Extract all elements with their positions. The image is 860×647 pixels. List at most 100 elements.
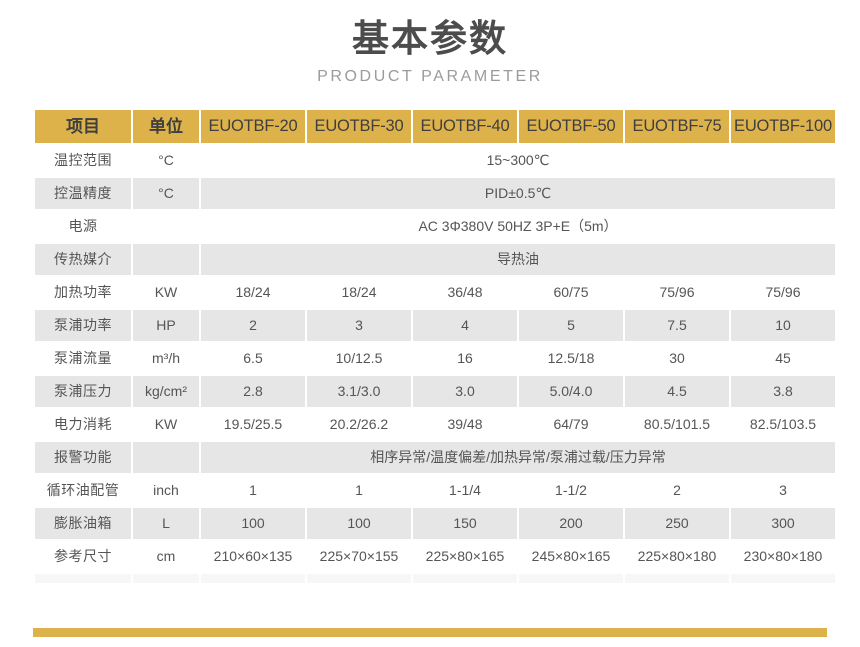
row-unit: °C [133,145,199,176]
row-value-col-1: 2.8 [201,376,305,407]
row-value-col-1: 210×60×135 [201,541,305,572]
row-unit: °C [133,178,199,209]
clipped-cell [519,574,623,583]
row-value-col-3: 39/48 [413,409,517,440]
column-header-euotbf-40: EUOTBF-40 [413,110,517,143]
table-row: 电源 AC 3Φ380V 50HZ 3P+E（5m） [35,211,835,242]
clipped-cell [133,574,199,583]
table-row: 控温精度 °C PID±0.5℃ [35,178,835,209]
row-label: 泵浦压力 [35,376,131,407]
row-value-col-5: 75/96 [625,277,729,308]
row-merged-value: AC 3Φ380V 50HZ 3P+E（5m） [201,211,835,242]
table-row: 参考尺寸 cm 210×60×135 225×70×155 225×80×165 245×… [35,541,835,572]
row-value-col-3: 1-1/4 [413,475,517,506]
row-value-col-2: 18/24 [307,277,411,308]
row-merged-value: PID±0.5℃ [201,178,835,209]
row-value-col-4: 5 [519,310,623,341]
clipped-cell [201,574,305,583]
row-unit [133,244,199,275]
spec-table: 项目 单位 EUOTBF-20 EUOTBF-30 EUOTBF-40 EUOT… [33,108,837,585]
row-label: 加热功率 [35,277,131,308]
row-label: 膨胀油箱 [35,508,131,539]
row-label: 电力消耗 [35,409,131,440]
row-merged-value: 15~300℃ [201,145,835,176]
row-merged-value: 导热油 [201,244,835,275]
row-value-col-3: 4 [413,310,517,341]
row-unit [133,442,199,473]
table-row: 加热功率 KW 18/24 18/24 36/48 60/75 75/96 75/96 [35,277,835,308]
row-label: 控温精度 [35,178,131,209]
row-label: 电源 [35,211,131,242]
table-row: 膨胀油箱 L 100 100 150 200 250 300 [35,508,835,539]
row-value-col-6: 3.8 [731,376,835,407]
row-unit: kg/cm² [133,376,199,407]
row-value-col-5: 225×80×180 [625,541,729,572]
row-value-col-3: 150 [413,508,517,539]
row-value-col-2: 3.1/3.0 [307,376,411,407]
table-row: 泵浦功率 HP 2 3 4 5 7.5 10 [35,310,835,341]
row-value-col-5: 7.5 [625,310,729,341]
row-value-col-6: 230×80×180 [731,541,835,572]
page-subtitle: PRODUCT PARAMETER [317,68,543,86]
row-value-col-1: 6.5 [201,343,305,374]
row-value-col-1: 19.5/25.5 [201,409,305,440]
clipped-cell [413,574,517,583]
page-header: 基本参数 PRODUCT PARAMETER [0,0,860,86]
row-value-col-1: 100 [201,508,305,539]
row-value-col-5: 4.5 [625,376,729,407]
row-unit: inch [133,475,199,506]
row-value-col-2: 100 [307,508,411,539]
table-row: 报警功能 相序异常/温度偏差/加热异常/泵浦过载/压力异常 [35,442,835,473]
row-value-col-5: 80.5/101.5 [625,409,729,440]
row-value-col-5: 250 [625,508,729,539]
column-header-euotbf-50: EUOTBF-50 [519,110,623,143]
row-unit: KW [133,409,199,440]
row-value-col-1: 1 [201,475,305,506]
row-value-col-6: 75/96 [731,277,835,308]
row-value-col-6: 300 [731,508,835,539]
row-value-col-3: 16 [413,343,517,374]
row-merged-value: 相序异常/温度偏差/加热异常/泵浦过载/压力异常 [201,442,835,473]
page-title: 基本参数 [352,18,508,59]
table-row: 传热媒介 导热油 [35,244,835,275]
column-header-euotbf-30: EUOTBF-30 [307,110,411,143]
product-parameter-page: 基本参数 PRODUCT PARAMETER 项目 单位 EUOTBF-20 E… [0,0,860,647]
bottom-accent-bar [33,628,827,637]
row-value-col-1: 18/24 [201,277,305,308]
row-label: 泵浦流量 [35,343,131,374]
row-value-col-6: 10 [731,310,835,341]
row-value-col-2: 20.2/26.2 [307,409,411,440]
row-label: 泵浦功率 [35,310,131,341]
spec-table-head: 项目 单位 EUOTBF-20 EUOTBF-30 EUOTBF-40 EUOT… [35,110,835,143]
row-unit: cm [133,541,199,572]
row-unit: L [133,508,199,539]
row-value-col-3: 3.0 [413,376,517,407]
row-label: 温控范围 [35,145,131,176]
row-value-col-2: 3 [307,310,411,341]
row-value-col-3: 36/48 [413,277,517,308]
clipped-cell [731,574,835,583]
row-label: 循环油配管 [35,475,131,506]
column-header-unit: 单位 [133,110,199,143]
column-header-euotbf-75: EUOTBF-75 [625,110,729,143]
column-header-euotbf-20: EUOTBF-20 [201,110,305,143]
row-value-col-6: 3 [731,475,835,506]
spec-table-body: 温控范围 °C 15~300℃ 控温精度 °C PID±0.5℃ 电源 AC 3Φ380V 5… [35,145,835,583]
row-value-col-6: 82.5/103.5 [731,409,835,440]
row-value-col-1: 2 [201,310,305,341]
clipped-cell [35,574,131,583]
table-header-row: 项目 单位 EUOTBF-20 EUOTBF-30 EUOTBF-40 EUOT… [35,110,835,143]
row-value-col-6: 45 [731,343,835,374]
row-unit: KW [133,277,199,308]
row-value-col-4: 5.0/4.0 [519,376,623,407]
row-value-col-5: 30 [625,343,729,374]
row-label: 报警功能 [35,442,131,473]
table-row: 电力消耗 KW 19.5/25.5 20.2/26.2 39/48 64/79 80.5/1… [35,409,835,440]
row-value-col-4: 1-1/2 [519,475,623,506]
table-row: 温控范围 °C 15~300℃ [35,145,835,176]
row-value-col-2: 10/12.5 [307,343,411,374]
column-header-item: 项目 [35,110,131,143]
row-value-col-4: 60/75 [519,277,623,308]
table-row-clipped [35,574,835,583]
row-value-col-3: 225×80×165 [413,541,517,572]
